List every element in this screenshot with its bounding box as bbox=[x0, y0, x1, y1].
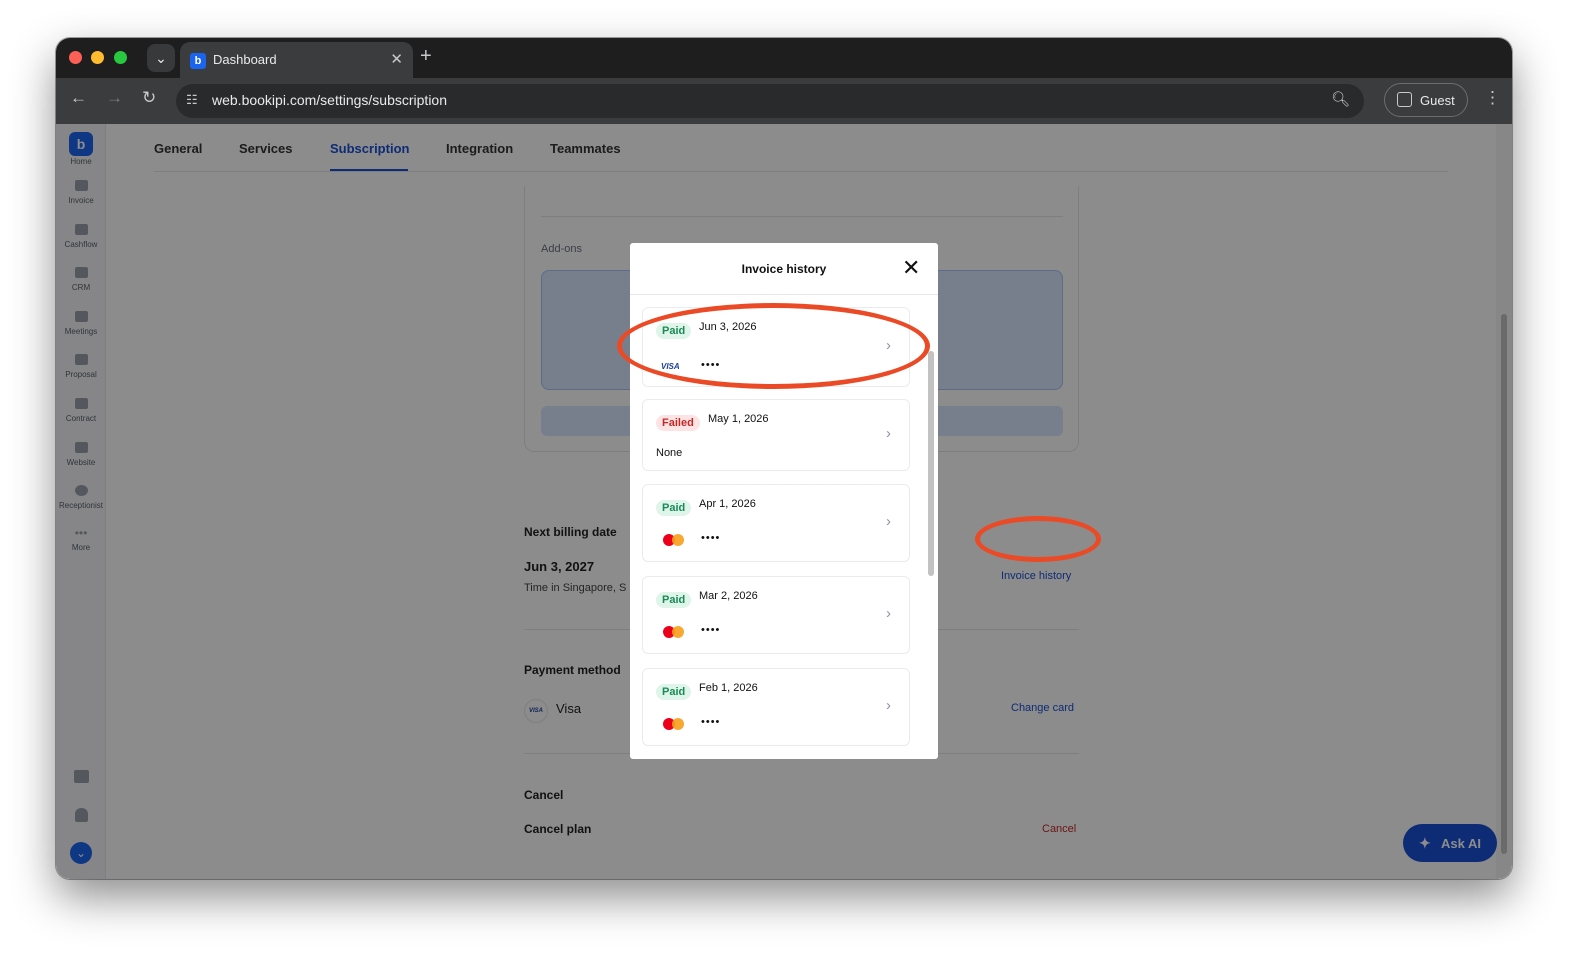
chevron-right-icon[interactable]: › bbox=[886, 605, 891, 622]
masked-card-number: •••• bbox=[701, 532, 721, 544]
modal-scrollbar-thumb[interactable] bbox=[928, 351, 934, 576]
url-text[interactable]: web.bookipi.com/settings/subscription bbox=[212, 92, 447, 108]
status-badge: Paid bbox=[656, 500, 692, 516]
tab-strip: ⌄ b Dashboard ✕ + bbox=[56, 38, 1512, 78]
profile-label: Guest bbox=[1420, 93, 1455, 108]
invoice-date: Apr 1, 2026 bbox=[699, 498, 756, 510]
annotation-ellipse bbox=[617, 303, 930, 389]
browser-toolbar: ← → ↻ ☷ web.bookipi.com/settings/subscri… bbox=[56, 78, 1512, 124]
chevron-right-icon[interactable]: › bbox=[886, 513, 891, 530]
chevron-right-icon[interactable]: › bbox=[886, 697, 891, 714]
browser-tab[interactable]: b Dashboard ✕ bbox=[180, 42, 413, 78]
close-icon[interactable]: ✕ bbox=[902, 255, 920, 281]
close-tab-icon[interactable]: ✕ bbox=[390, 50, 403, 68]
profile-button[interactable]: Guest bbox=[1384, 83, 1468, 117]
payment-card-none: None bbox=[656, 447, 683, 459]
status-badge: Paid bbox=[656, 684, 692, 700]
invoice-row[interactable]: Paid Mar 2, 2026 •••• › bbox=[642, 576, 910, 654]
invoice-date: May 1, 2026 bbox=[708, 413, 769, 425]
status-badge: Failed bbox=[656, 415, 700, 431]
new-tab-icon[interactable]: + bbox=[420, 45, 432, 68]
tab-search-chevron-icon[interactable]: ⌄ bbox=[147, 44, 175, 72]
bookipi-favicon-icon: b bbox=[190, 53, 206, 69]
close-window-button[interactable] bbox=[69, 51, 82, 64]
masked-card-number: •••• bbox=[701, 716, 721, 728]
invoice-row[interactable]: Paid Feb 1, 2026 •••• › bbox=[642, 668, 910, 746]
masked-card-number: •••• bbox=[701, 624, 721, 636]
browser-menu-icon[interactable]: ⋮ bbox=[1484, 88, 1501, 108]
address-bar[interactable]: ☷ web.bookipi.com/settings/subscription … bbox=[176, 84, 1364, 118]
back-arrow-icon[interactable]: ← bbox=[70, 88, 87, 108]
site-settings-icon[interactable]: ☷ bbox=[186, 92, 198, 108]
chevron-right-icon[interactable]: › bbox=[886, 425, 891, 442]
invoice-date: Mar 2, 2026 bbox=[699, 590, 758, 602]
invoice-row[interactable]: Failed May 1, 2026 None › bbox=[642, 399, 910, 471]
forward-arrow-icon[interactable]: → bbox=[106, 88, 123, 108]
annotation-ellipse bbox=[975, 516, 1101, 562]
invoice-row[interactable]: Paid Apr 1, 2026 •••• › bbox=[642, 484, 910, 562]
tab-title: Dashboard bbox=[213, 52, 277, 67]
mastercard-icon bbox=[663, 534, 685, 546]
invoice-date: Feb 1, 2026 bbox=[699, 682, 758, 694]
minimize-window-button[interactable] bbox=[91, 51, 104, 64]
modal-title: Invoice history bbox=[741, 262, 827, 276]
status-badge: Paid bbox=[656, 592, 692, 608]
profile-icon bbox=[1397, 92, 1412, 107]
mastercard-icon bbox=[663, 718, 685, 730]
modal-header: Invoice history ✕ bbox=[630, 243, 938, 295]
mastercard-icon bbox=[663, 626, 685, 638]
maximize-window-button[interactable] bbox=[114, 51, 127, 64]
zoom-search-icon[interactable]: 🔍︎ bbox=[1331, 90, 1350, 108]
reload-icon[interactable]: ↻ bbox=[142, 88, 156, 108]
